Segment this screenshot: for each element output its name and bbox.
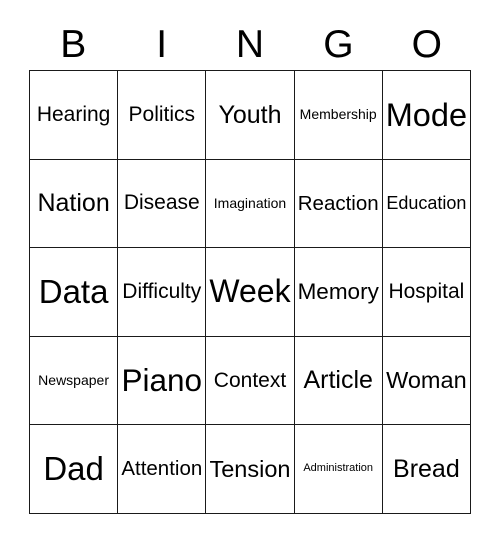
bingo-cell[interactable]: Week	[206, 248, 295, 337]
bingo-cell[interactable]: Dad	[30, 425, 119, 514]
bingo-cell[interactable]: Imagination	[206, 159, 295, 249]
bingo-cell-label: Data	[38, 272, 109, 310]
bingo-cell-label: Piano	[121, 362, 203, 399]
bingo-cell-label: Imagination	[213, 195, 287, 212]
bingo-cell[interactable]: Youth	[206, 71, 295, 160]
bingo-cell-label: Politics	[128, 102, 196, 126]
bingo-cell-label: Mode	[385, 96, 468, 133]
bingo-cell[interactable]: Politics	[118, 71, 207, 160]
bingo-cell-label: Memory	[297, 279, 379, 305]
bingo-cell[interactable]: Nation	[30, 159, 119, 249]
bingo-cell-label: Hearing	[36, 102, 111, 126]
bingo-cell-label: Article	[303, 366, 373, 395]
bingo-cell[interactable]: Memory	[294, 248, 383, 337]
bingo-cell[interactable]: Disease	[118, 159, 207, 249]
bingo-cell-label: Woman	[386, 367, 467, 394]
bingo-cell-label: Reaction	[297, 191, 379, 215]
bingo-cell[interactable]: Newspaper	[30, 336, 119, 426]
bingo-card: B I N G O Hearing Politics Youth Members…	[0, 0, 500, 544]
bingo-cell-label: Attention	[121, 457, 203, 481]
bingo-cell[interactable]: Administration	[294, 425, 383, 514]
bingo-cell-label: Difficulty	[122, 279, 202, 303]
bingo-cell[interactable]: Woman	[382, 336, 471, 426]
bingo-cell-label: Newspaper	[38, 372, 109, 389]
bingo-cell-label: Tension	[209, 455, 291, 482]
bingo-cell-label: Youth	[218, 100, 282, 129]
bingo-grid: Hearing Politics Youth Membership Mode N…	[29, 70, 471, 514]
bingo-cell-label: Nation	[37, 189, 110, 218]
bingo-header-letter-b: B	[60, 22, 87, 66]
bingo-cell[interactable]: Hospital	[382, 248, 471, 337]
bingo-cell-label: Education	[386, 192, 467, 213]
bingo-cell[interactable]: Tension	[206, 425, 295, 514]
bingo-cell-label: Dad	[43, 449, 104, 487]
bingo-cell[interactable]: Data	[30, 248, 119, 337]
bingo-cell[interactable]: Bread	[382, 425, 471, 514]
bingo-cell[interactable]: Piano	[118, 336, 207, 426]
bingo-cell[interactable]: Membership	[294, 71, 383, 160]
bingo-cell[interactable]: Education	[382, 159, 471, 249]
bingo-header-row: B I N G O	[29, 18, 471, 70]
bingo-cell-label: Disease	[123, 191, 200, 215]
bingo-cell-label: Bread	[393, 455, 460, 484]
bingo-header-letter-n: N	[235, 22, 265, 66]
bingo-header-letter-g: G	[323, 22, 354, 66]
bingo-cell[interactable]: Article	[294, 336, 383, 426]
bingo-cell[interactable]: Hearing	[30, 71, 119, 160]
bingo-header-letter-o: O	[411, 22, 442, 66]
bingo-cell-label: Week	[209, 273, 291, 310]
bingo-header-letter-i: I	[156, 22, 168, 66]
bingo-cell[interactable]: Context	[206, 336, 295, 426]
bingo-cell[interactable]: Attention	[118, 425, 207, 514]
bingo-cell[interactable]: Difficulty	[118, 248, 207, 337]
bingo-cell-label: Hospital	[388, 279, 465, 303]
bingo-cell[interactable]: Mode	[382, 71, 471, 160]
bingo-cell-label: Membership	[299, 106, 377, 123]
bingo-cell-label: Context	[213, 368, 287, 392]
bingo-cell[interactable]: Reaction	[294, 159, 383, 249]
bingo-cell-label: Administration	[303, 462, 374, 475]
